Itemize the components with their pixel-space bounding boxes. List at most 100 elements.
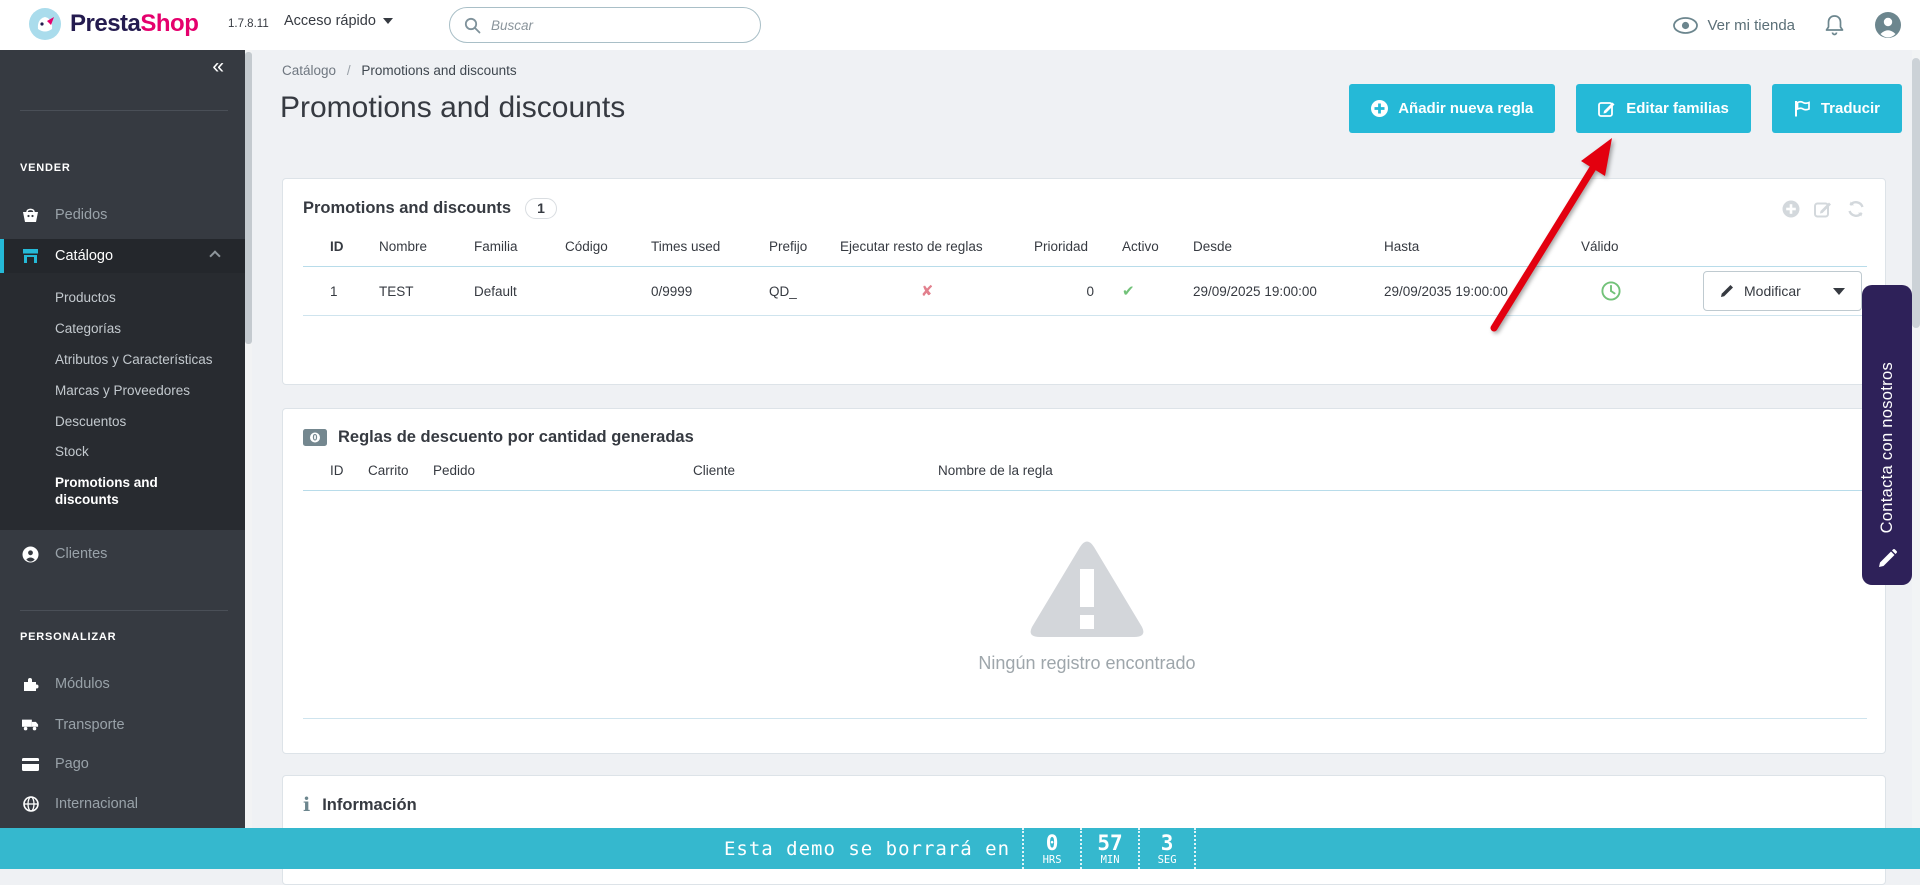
sidebar-item-internacional[interactable]: Internacional — [0, 787, 245, 821]
submenu-item-productos[interactable]: Productos — [0, 283, 245, 314]
submenu-item-atributos[interactable]: Atributos y Características — [0, 345, 245, 376]
col-header-id[interactable]: ID — [303, 219, 367, 267]
countdown-minutes: 57 MIN — [1080, 828, 1138, 869]
col-header-codigo[interactable]: Código — [553, 219, 639, 267]
modify-button[interactable]: Modificar — [1703, 271, 1862, 311]
col-header-activo[interactable]: Activo — [1110, 219, 1181, 267]
eye-icon — [1673, 17, 1698, 34]
empty-state-row: Ningún registro encontrado — [303, 491, 1867, 719]
edit-families-button[interactable]: Editar familias — [1576, 84, 1751, 133]
empty-state: Ningún registro encontrado — [315, 535, 1859, 674]
view-shop-label: Ver mi tienda — [1707, 17, 1795, 34]
panel-edit-icon[interactable] — [1814, 200, 1833, 218]
contact-us-tab[interactable]: Contacta con nosotros — [1862, 285, 1912, 585]
col-header-ejecutar[interactable]: Ejecutar resto de reglas — [828, 219, 1022, 267]
sidebar-item-label: Clientes — [55, 546, 107, 562]
col-header-times-used[interactable]: Times used — [639, 219, 757, 267]
col-header-nombre-regla[interactable]: Nombre de la regla — [926, 447, 1867, 491]
col-header-nombre[interactable]: Nombre — [367, 219, 462, 267]
breadcrumb-catalogo[interactable]: Catálogo — [282, 63, 336, 78]
sidebar-item-modulos[interactable]: Módulos — [0, 667, 245, 701]
promotions-panel-header: Promotions and discounts 1 — [283, 179, 1885, 219]
add-new-rule-button[interactable]: Añadir nueva regla — [1349, 84, 1555, 133]
table-row[interactable]: 1 TEST Default 0/9999 QD_ ✘ 0 ✔ 29/09/20… — [303, 267, 1867, 316]
generated-rules-panel: 0 Reglas de descuento por cantidad gener… — [282, 408, 1886, 754]
translate-button[interactable]: Traducir — [1772, 84, 1902, 133]
main-content: Catálogo / Promotions and discounts Prom… — [252, 50, 1920, 869]
prestashop-logo[interactable]: PrestaShop — [28, 7, 198, 41]
sidebar-divider — [20, 610, 228, 611]
cell-nombre: TEST — [367, 267, 462, 316]
col-header-hasta[interactable]: Hasta — [1372, 219, 1569, 267]
search-bar[interactable] — [449, 7, 761, 43]
col-header-cliente[interactable]: Cliente — [681, 447, 926, 491]
cell-times-used: 0/9999 — [639, 267, 757, 316]
sidebar-item-pago[interactable]: Pago — [0, 747, 245, 781]
cell-prioridad: 0 — [1022, 267, 1110, 316]
promotions-panel: Promotions and discounts 1 — [282, 178, 1886, 385]
plus-circle-icon — [1371, 100, 1388, 117]
version-label: 1.7.8.11 — [228, 18, 269, 30]
prestashop-logo-icon — [28, 7, 62, 41]
submenu-item-stock[interactable]: Stock — [0, 437, 245, 468]
sidebar-collapse-button[interactable]: « — [212, 56, 224, 77]
submenu-item-categorias[interactable]: Categorías — [0, 314, 245, 345]
col-header-carrito[interactable]: Carrito — [356, 447, 421, 491]
sidebar-item-catalogo[interactable]: Catálogo — [0, 239, 245, 273]
submenu-item-marcas[interactable]: Marcas y Proveedores — [0, 376, 245, 407]
header-right-group: Ver mi tienda — [1673, 0, 1902, 50]
sidebar-scrollbar-thumb[interactable] — [245, 52, 252, 344]
view-shop-link[interactable]: Ver mi tienda — [1673, 17, 1795, 34]
logo-text-presta: Presta — [70, 10, 140, 37]
countdown-hours-label: HRS — [1043, 854, 1062, 867]
panel-add-icon[interactable] — [1782, 200, 1800, 218]
search-input[interactable] — [491, 18, 746, 33]
globe-icon — [22, 796, 39, 812]
promotions-panel-title: Promotions and discounts — [303, 199, 511, 218]
orders-basket-icon — [22, 207, 39, 223]
empty-state-message: Ningún registro encontrado — [978, 653, 1195, 674]
user-avatar-icon[interactable] — [1874, 11, 1902, 39]
payment-card-icon — [22, 758, 39, 771]
promotions-table-header-row: ID Nombre Familia Código Times used Pref… — [303, 219, 1867, 267]
generated-rules-header-row: ID Carrito Pedido Cliente Nombre de la r… — [303, 447, 1867, 491]
cell-codigo — [553, 267, 639, 316]
edit-families-label: Editar familias — [1626, 100, 1729, 117]
col-header-pedido[interactable]: Pedido — [421, 447, 681, 491]
cell-id: 1 — [303, 267, 367, 316]
notifications-bell-icon[interactable] — [1825, 14, 1844, 36]
cell-hasta: 29/09/2035 19:00:00 — [1372, 267, 1569, 316]
countdown-minutes-value: 57 — [1097, 833, 1122, 854]
information-panel-title: Información — [322, 796, 416, 815]
sidebar-divider — [20, 110, 228, 111]
page-title: Promotions and discounts — [280, 91, 625, 125]
sidebar-item-transporte[interactable]: Transporte — [0, 708, 245, 742]
valid-clock-icon — [1601, 281, 1621, 301]
sidebar-item-label: Internacional — [55, 796, 138, 812]
breadcrumb: Catálogo / Promotions and discounts — [282, 63, 517, 78]
col-header-familia[interactable]: Familia — [462, 219, 553, 267]
modify-dropdown-caret[interactable] — [1833, 288, 1845, 295]
cross-icon: ✘ — [921, 283, 934, 300]
col-header-prefijo[interactable]: Prefijo — [757, 219, 828, 267]
contact-pencil-icon — [1877, 549, 1897, 569]
submenu-item-descuentos[interactable]: Descuentos — [0, 407, 245, 438]
demo-countdown-message: Esta demo se borrará en — [724, 838, 1022, 860]
sidebar-item-clientes[interactable]: Clientes — [0, 537, 245, 571]
sidebar-section-sell: VENDER — [20, 162, 71, 174]
col-header-prioridad[interactable]: Prioridad — [1022, 219, 1110, 267]
sidebar-item-pedidos[interactable]: Pedidos — [0, 198, 245, 232]
page-scrollbar-thumb[interactable] — [1912, 58, 1920, 328]
quick-access-menu[interactable]: Acceso rápido — [284, 13, 393, 29]
quick-access-label: Acceso rápido — [284, 13, 376, 29]
col-header-desde[interactable]: Desde — [1181, 219, 1372, 267]
submenu-item-promotions-discounts[interactable]: Promotions and discounts — [0, 468, 205, 516]
panel-refresh-icon[interactable] — [1847, 200, 1865, 218]
generated-rules-table: ID Carrito Pedido Cliente Nombre de la r… — [303, 447, 1867, 719]
records-count-badge: 1 — [525, 198, 557, 219]
sidebar-item-label: Pago — [55, 756, 89, 772]
translate-label: Traducir — [1821, 100, 1880, 117]
col-header-id[interactable]: ID — [303, 447, 356, 491]
pencil-icon — [1720, 284, 1734, 298]
col-header-valido[interactable]: Válido — [1569, 219, 1679, 267]
